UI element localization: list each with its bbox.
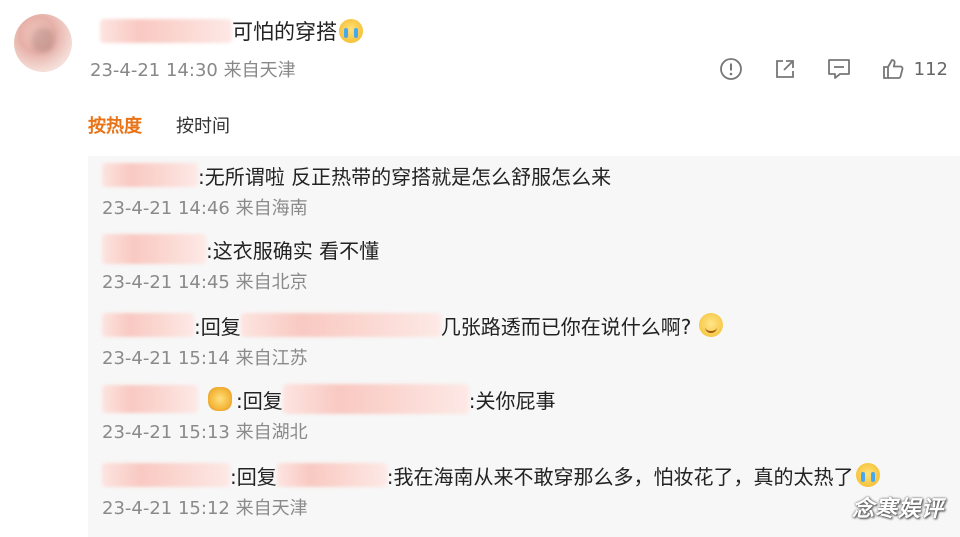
reply-content: :无所谓啦 反正热带的穿搭就是怎么舒服怎么来 — [102, 160, 952, 190]
reply-text: :无所谓啦 反正热带的穿搭就是怎么舒服怎么来 — [198, 164, 612, 189]
list-item: :回复 :关你屁事 23-4-21 15:13 来自湖北 — [102, 384, 952, 446]
reply-timestamp-location: 23-4-21 15:14 来自江苏 — [102, 348, 308, 369]
reply-content: :回复 :我在海南从来不敢穿那么多，怕妆花了，真的太热了 — [102, 460, 952, 490]
list-item: :无所谓啦 反正热带的穿搭就是怎么舒服怎么来 23-4-21 14:46 来自海… — [102, 160, 952, 222]
blurred-username[interactable] — [100, 19, 232, 43]
post-timestamp-location: 23-4-21 14:30 来自天津 — [90, 60, 296, 81]
reply-timestamp-location: 23-4-21 14:45 来自北京 — [102, 272, 308, 293]
reply-timestamp-location: 23-4-21 15:13 来自湖北 — [102, 422, 308, 443]
reply-prefix: :回复 — [230, 464, 277, 489]
sort-tabs: 按热度 按时间 — [88, 112, 264, 138]
blurred-replied-username[interactable] — [240, 313, 441, 337]
comment-icon[interactable] — [826, 56, 852, 82]
reply-prefix: :回复 — [236, 388, 283, 413]
list-item: :回复 :我在海南从来不敢穿那么多，怕妆花了，真的太热了 23-4-21 15:… — [102, 460, 952, 522]
blurred-username[interactable] — [102, 313, 194, 337]
thumbs-up-icon[interactable] — [880, 56, 906, 82]
tab-sort-by-time[interactable]: 按时间 — [176, 112, 230, 138]
weibo-comment-page: 可怕的穿搭 23-4-21 14:30 来自天津 112 按热度 按时间:无所… — [0, 0, 960, 537]
post-text: 可怕的穿搭 — [232, 20, 337, 44]
blurred-username[interactable] — [102, 163, 198, 187]
blurred-username[interactable] — [102, 385, 198, 413]
list-item: :回复 几张路透而已你在说什么啊? 23-4-21 15:14 来自江苏 — [102, 310, 952, 372]
share-icon[interactable] — [772, 56, 798, 82]
reply-text: :关你屁事 — [468, 388, 556, 413]
smile-emoji-icon — [699, 313, 724, 337]
reply-timestamp-location: 23-4-21 14:46 来自海南 — [102, 198, 308, 219]
avatar[interactable] — [14, 14, 72, 72]
post-content: 可怕的穿搭 — [100, 14, 363, 48]
watermark: 念寒娱评 — [851, 497, 944, 522]
reply-text: :这衣服确实 看不懂 — [206, 238, 380, 263]
reply-prefix: :回复 — [194, 314, 241, 339]
reply-text: :我在海南从来不敢穿那么多，怕妆花了，真的太热了 — [386, 464, 854, 489]
reply-content: :回复 几张路透而已你在说什么啊? — [102, 310, 952, 340]
crying-emoji-icon — [855, 463, 880, 487]
blurred-replied-username[interactable] — [282, 384, 469, 414]
post-action-bar: 112 — [718, 54, 948, 84]
like-count: 112 — [913, 58, 948, 80]
crying-emoji-icon — [339, 19, 363, 43]
report-icon[interactable] — [718, 56, 744, 82]
badge-icon — [208, 387, 232, 411]
list-item: :这衣服确实 看不懂 23-4-21 14:45 来自北京 — [102, 234, 952, 296]
blurred-username[interactable] — [102, 463, 230, 487]
reply-content: :回复 :关你屁事 — [102, 384, 952, 414]
reply-content: :这衣服确实 看不懂 — [102, 234, 952, 264]
tab-sort-by-hot[interactable]: 按热度 — [88, 112, 142, 138]
reply-timestamp-location: 23-4-21 15:12 来自天津 — [102, 498, 308, 519]
blurred-replied-username[interactable] — [276, 463, 387, 487]
reply-list: :无所谓啦 反正热带的穿搭就是怎么舒服怎么来 23-4-21 14:46 来自海… — [88, 156, 960, 537]
blurred-username[interactable] — [102, 234, 206, 264]
reply-text: 几张路透而已你在说什么啊? — [440, 314, 692, 339]
